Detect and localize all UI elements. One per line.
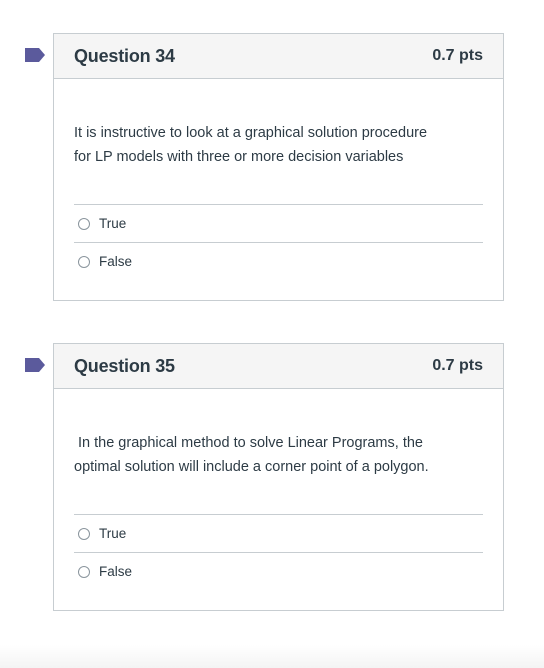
question-card-34: Question 34 0.7 pts It is instructive to…	[25, 33, 504, 301]
flag-icon[interactable]	[25, 358, 45, 372]
question-text-line-2: optimal solution will include a corner p…	[74, 459, 429, 475]
question-points: 0.7 pts	[432, 357, 483, 374]
question-body: In the graphical method to solve Linear …	[54, 389, 503, 590]
answer-list: True False	[74, 514, 483, 590]
question-text-line-2: for LP models with three or more decisio…	[74, 149, 404, 165]
quiz-page: Question 34 0.7 pts It is instructive to…	[0, 0, 544, 668]
question-text-line-1: It is instructive to look at a graphical…	[74, 125, 428, 141]
question-header: Question 35 0.7 pts	[54, 344, 503, 389]
question-text-line-1: In the graphical method to solve Linear …	[78, 435, 423, 451]
answer-label: False	[99, 564, 133, 579]
answer-label: True	[99, 526, 127, 541]
question-title: Question 35	[74, 355, 175, 376]
question-text: In the graphical method to solve Linear …	[74, 389, 483, 475]
question-header: Question 34 0.7 pts	[54, 34, 503, 79]
question-points: 0.7 pts	[432, 47, 483, 64]
question-card-35: Question 35 0.7 pts In the graphical met…	[25, 343, 504, 611]
question-body: It is instructive to look at a graphical…	[54, 79, 503, 280]
question-title: Question 34	[74, 45, 175, 66]
radio-button[interactable]	[78, 255, 90, 268]
flag-icon[interactable]	[25, 48, 45, 62]
radio-button[interactable]	[78, 565, 90, 578]
answer-label: False	[99, 254, 133, 269]
answer-option-true[interactable]: True	[74, 204, 483, 242]
radio-button[interactable]	[78, 527, 90, 540]
question-text: It is instructive to look at a graphical…	[74, 79, 483, 165]
answer-list: True False	[74, 204, 483, 280]
answer-label: True	[99, 216, 127, 231]
answer-option-false[interactable]: False	[74, 242, 483, 280]
radio-button[interactable]	[78, 217, 90, 230]
answer-option-false[interactable]: False	[74, 552, 483, 590]
answer-option-true[interactable]: True	[74, 514, 483, 552]
